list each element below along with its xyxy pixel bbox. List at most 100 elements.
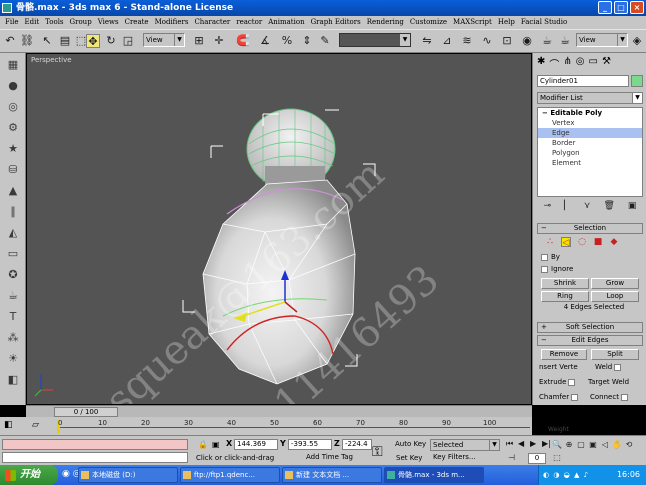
quick-render-icon[interactable]: ☕ xyxy=(558,34,572,48)
create-particle-icon[interactable]: ⁂ xyxy=(4,329,22,347)
menu-rendering[interactable]: Rendering xyxy=(364,16,407,29)
select-by-name-icon[interactable]: ▤ xyxy=(58,34,72,48)
modify-tab-icon[interactable]: ⌒ xyxy=(549,56,559,71)
menu-tools[interactable]: Tools xyxy=(42,16,66,29)
create-plane-icon[interactable]: ▭ xyxy=(4,245,22,263)
chamfer-settings-icon[interactable] xyxy=(571,393,579,401)
menu-facial-studio[interactable]: Facial Studio xyxy=(518,16,570,29)
set-key-button[interactable]: Set Key xyxy=(396,454,422,462)
start-button[interactable]: 开始 xyxy=(0,465,58,485)
show-end-result-icon[interactable]: ▏ xyxy=(564,201,571,217)
extrude-button[interactable]: Extrude xyxy=(539,378,576,386)
y-coordinate-field[interactable]: -393.55 xyxy=(288,439,332,450)
key-mode-dropdown[interactable]: Selected ▼ xyxy=(430,439,500,451)
stack-item-element[interactable]: Element xyxy=(538,158,642,168)
create-text-icon[interactable]: T xyxy=(4,308,22,326)
shrink-button[interactable]: Shrink xyxy=(541,278,589,289)
percent-snap-icon[interactable]: % xyxy=(280,34,294,48)
create-helix-icon[interactable]: ⚙ xyxy=(4,119,22,137)
maxscript-output-field[interactable] xyxy=(2,452,188,463)
arc-rotate-icon[interactable]: ⟲ xyxy=(624,439,634,450)
select-object-icon[interactable]: ↖ xyxy=(40,34,54,48)
menu-create[interactable]: Create xyxy=(122,16,152,29)
select-manipulate-icon[interactable]: ✛ xyxy=(212,34,226,48)
named-selection-icon[interactable]: ✎ xyxy=(318,34,332,48)
time-slider[interactable]: 0 / 100 xyxy=(26,405,532,417)
material-editor-icon[interactable]: ◉ xyxy=(520,34,534,48)
reference-coord-dropdown[interactable]: View ▼ xyxy=(143,33,185,47)
perspective-viewport[interactable]: Perspective squeak@163.com xyxy=(26,53,532,405)
motion-tab-icon[interactable]: ◎ xyxy=(576,56,585,71)
create-teapot-icon[interactable]: ☕ xyxy=(4,287,22,305)
menu-reactor[interactable]: reactor xyxy=(233,16,265,29)
create-cylinder-icon[interactable]: ⛁ xyxy=(4,161,22,179)
border-mode-icon[interactable]: ◌ xyxy=(577,237,587,247)
create-geosphere-icon[interactable]: ✪ xyxy=(4,266,22,284)
make-unique-icon[interactable]: ⋎ xyxy=(584,201,591,217)
ignore-backfacing-checkbox[interactable]: Ignore xyxy=(541,265,573,273)
stack-item-vertex[interactable]: Vertex xyxy=(538,118,642,128)
z-coordinate-field[interactable]: -224.4 xyxy=(342,439,372,450)
stack-item-polygon[interactable]: Polygon xyxy=(538,148,642,158)
menu-animation[interactable]: Animation xyxy=(265,16,307,29)
stack-item-editable-poly[interactable]: − Editable Poly xyxy=(538,108,642,118)
taskbar-item[interactable]: ftp://ftp1.qdenc... xyxy=(180,467,280,483)
menu-views[interactable]: Views xyxy=(95,16,122,29)
auto-key-button[interactable]: Auto Key xyxy=(395,439,429,450)
menu-maxscript[interactable]: MAXScript xyxy=(450,16,495,29)
stack-item-edge[interactable]: Edge xyxy=(538,128,642,138)
go-to-start-icon[interactable]: ⏮ xyxy=(506,439,513,449)
taskbar-item-active[interactable]: 骨骼.max - 3ds m... xyxy=(384,467,484,483)
absolute-mode-icon[interactable]: ▣ xyxy=(212,440,220,449)
pan-icon[interactable]: ✋ xyxy=(612,439,622,450)
polygon-mode-icon[interactable]: ■ xyxy=(593,237,603,247)
weld-settings-icon[interactable] xyxy=(614,363,622,371)
pivot-center-icon[interactable]: ⊞ xyxy=(192,34,206,48)
zoom-all-icon[interactable]: ⊕ xyxy=(564,439,574,450)
undo-icon[interactable]: ↶ xyxy=(3,34,17,48)
zoom-extents-all-icon[interactable]: ▣ xyxy=(588,439,598,450)
maximize-viewport-icon[interactable]: ⬚ xyxy=(552,452,562,463)
chamfer-button[interactable]: Chamfer xyxy=(539,393,579,401)
menu-group[interactable]: Group xyxy=(67,16,95,29)
tray-icons[interactable]: ◐ ◑ ◒ ▲ ♪ xyxy=(543,465,589,485)
by-vertex-checkbox[interactable]: By xyxy=(541,253,560,261)
minimize-button[interactable]: _ xyxy=(598,1,612,14)
align-icon[interactable]: ⊿ xyxy=(440,34,454,48)
hierarchy-tab-icon[interactable]: ⋔ xyxy=(563,56,571,71)
maxscript-listener-field[interactable] xyxy=(2,439,188,450)
modifier-list-dropdown[interactable]: Modifier List ▼ xyxy=(537,92,643,104)
pin-stack-icon[interactable]: ⊸ xyxy=(543,201,551,217)
menu-file[interactable]: File xyxy=(2,16,21,29)
layer-manager-icon[interactable]: ≋ xyxy=(460,34,474,48)
lock-selection-icon[interactable]: 🔒 xyxy=(198,440,208,449)
close-button[interactable]: × xyxy=(630,1,644,14)
schematic-view-icon[interactable]: ⊡ xyxy=(500,34,514,48)
grow-button[interactable]: Grow xyxy=(591,278,639,289)
mirror-icon[interactable]: ⇋ xyxy=(420,34,434,48)
menu-character[interactable]: Character xyxy=(191,16,233,29)
create-sphere-icon[interactable]: ● xyxy=(4,77,22,95)
move-icon[interactable]: ✥ xyxy=(86,34,100,48)
create-light-icon[interactable]: ☀ xyxy=(4,350,22,368)
connect-settings-icon[interactable] xyxy=(620,393,628,401)
utilities-tab-icon[interactable]: ⚒ xyxy=(602,56,611,71)
weld-button[interactable]: Weld xyxy=(595,363,622,371)
zoom-extents-icon[interactable]: ▢ xyxy=(576,439,586,450)
scale-icon[interactable]: ◲ xyxy=(121,34,135,48)
create-pyramid-icon[interactable]: ◭ xyxy=(4,224,22,242)
loop-button[interactable]: Loop xyxy=(591,291,639,302)
track-bar[interactable]: ◧ ▱ 0 10 20 30 40 50 60 70 80 90 100 xyxy=(0,417,532,435)
create-box-icon[interactable]: ▦ xyxy=(4,56,22,74)
rotate-icon[interactable]: ↻ xyxy=(104,34,118,48)
ring-button[interactable]: Ring xyxy=(541,291,589,302)
select-link-icon[interactable]: ⛓ xyxy=(20,34,34,48)
create-star-icon[interactable]: ★ xyxy=(4,140,22,158)
element-mode-icon[interactable]: ◆ xyxy=(609,237,619,247)
create-tab-icon[interactable]: ✱ xyxy=(537,56,545,71)
insert-vertex-button[interactable]: nsert Verte xyxy=(539,363,578,371)
key-mode-toggle-icon[interactable]: ⊣ xyxy=(508,453,515,462)
zoom-icon[interactable]: 🔍 xyxy=(552,439,562,450)
menu-modifiers[interactable]: Modifiers xyxy=(152,16,192,29)
edge-mode-icon[interactable]: ◁ xyxy=(561,237,571,248)
